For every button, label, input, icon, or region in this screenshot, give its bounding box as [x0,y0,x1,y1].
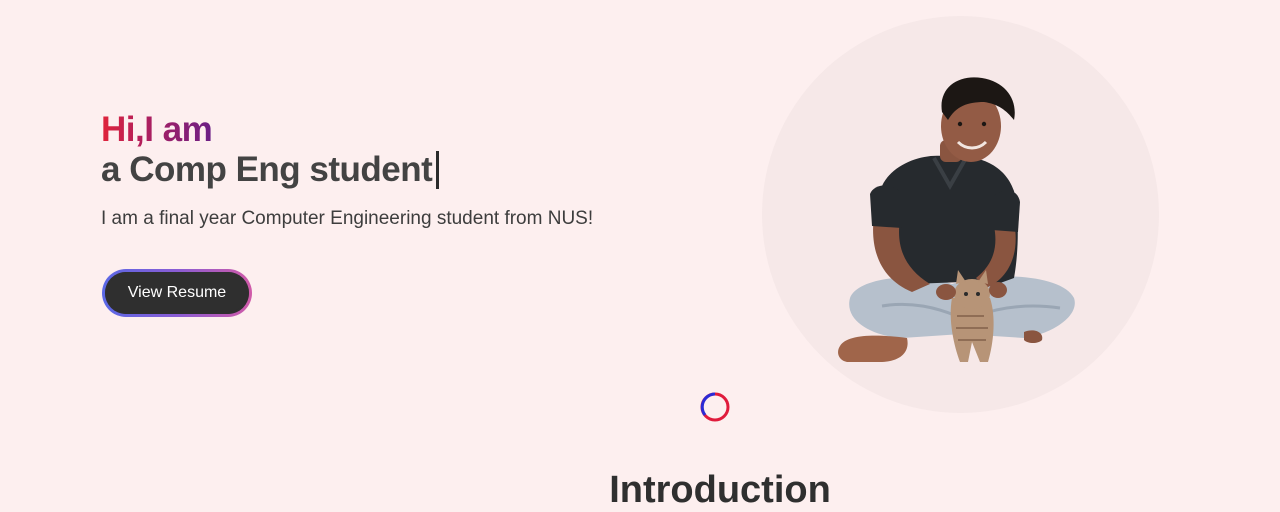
introduction-heading: Introduction [609,469,831,511]
spinner-icon [700,392,730,422]
typed-text: a Comp Eng student [101,150,433,189]
profile-photo-illustration [838,77,1075,362]
view-resume-button[interactable]: View Resume [102,269,252,317]
hero-subtitle: I am a final year Computer Engineering s… [101,208,594,229]
profile-photo [762,16,1159,413]
hero-greeting: Hi,I am [101,110,213,149]
hero-typed-title: a Comp Eng student [101,150,440,190]
typing-caret [436,151,440,189]
hero-section: Hi,I am a Comp Eng student I am a final … [0,0,1280,511]
view-resume-label: View Resume [105,272,249,314]
